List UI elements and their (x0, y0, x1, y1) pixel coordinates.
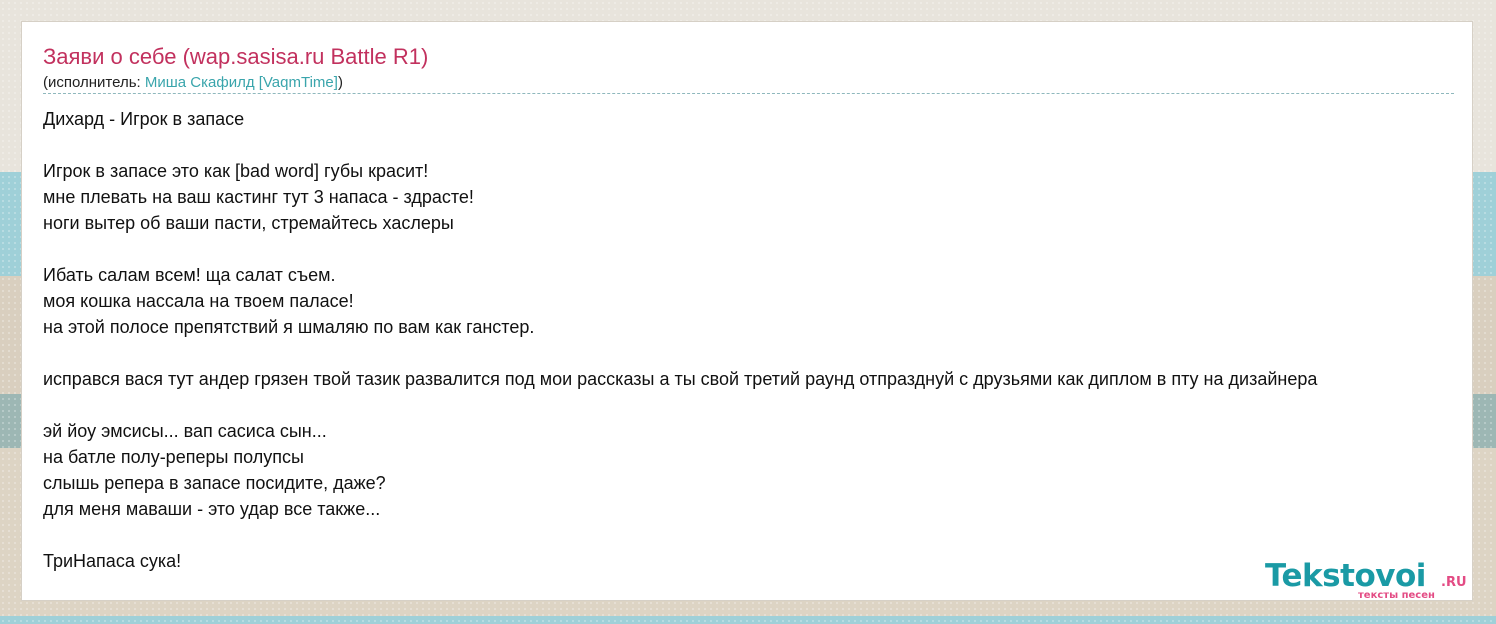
logo-tagline: тексты песен (1358, 590, 1435, 601)
lyrics-blank-line (43, 392, 1317, 418)
lyrics-line: моя кошка нассала на твоем паласе! (43, 291, 354, 311)
song-title: Заяви о себе (wap.sasisa.ru Battle R1) (43, 44, 429, 69)
artist-prefix: (исполнитель: (43, 74, 145, 91)
lyrics-line: исправся вася тут андер грязен твой тази… (43, 369, 1318, 389)
lyrics-line: Ибать салам всем! ща салат съем. (43, 265, 336, 285)
lyrics-line: ТриНапаса сука! (43, 551, 182, 571)
lyrics-card: Заяви о себе (wap.sasisa.ru Battle R1) (… (21, 21, 1473, 601)
artist-link[interactable]: Миша Скафилд [VaqmTime] (145, 74, 338, 91)
lyrics-line: на батле полу-реперы полупсы (43, 447, 304, 467)
lyrics-line: на этой полосе препятствий я шмаляю по в… (43, 317, 535, 337)
lyrics-blank-line (43, 522, 1317, 548)
lyrics-blank-line (43, 132, 1317, 158)
logo-wordmark: Tekstovoi (1265, 558, 1426, 594)
lyrics-line: для меня маваши - это удар все также... (43, 499, 381, 519)
lyrics-line: слышь репера в запасе посидите, даже? (43, 473, 386, 493)
lyrics-line: мне плевать на ваш кастинг тут 3 напаса … (43, 187, 474, 207)
lyrics-line: Дихард - Игрок в запасе (43, 109, 245, 129)
artist-line: (исполнитель: Миша Скафилд [VaqmTime]) (43, 74, 343, 91)
lyrics-line: Игрок в запасе это как [bad word] губы к… (43, 161, 429, 181)
logo-domain: .RU (1441, 575, 1467, 590)
lyrics-line: эй йоу эмсисы... вап сасиса сын... (43, 421, 327, 441)
lyrics-blank-line (43, 340, 1317, 366)
lyrics-line: ноги вытер об ваши пасти, стремайтесь ха… (43, 213, 454, 233)
lyrics-text: Дихард - Игрок в запасе Игрок в запасе эт… (43, 106, 1317, 574)
artist-suffix: ) (337, 74, 343, 91)
tekstovoi-logo[interactable]: Tekstovoi .RU тексты песен (1265, 558, 1475, 602)
title-divider (43, 93, 1454, 94)
lyrics-blank-line (43, 236, 1317, 262)
